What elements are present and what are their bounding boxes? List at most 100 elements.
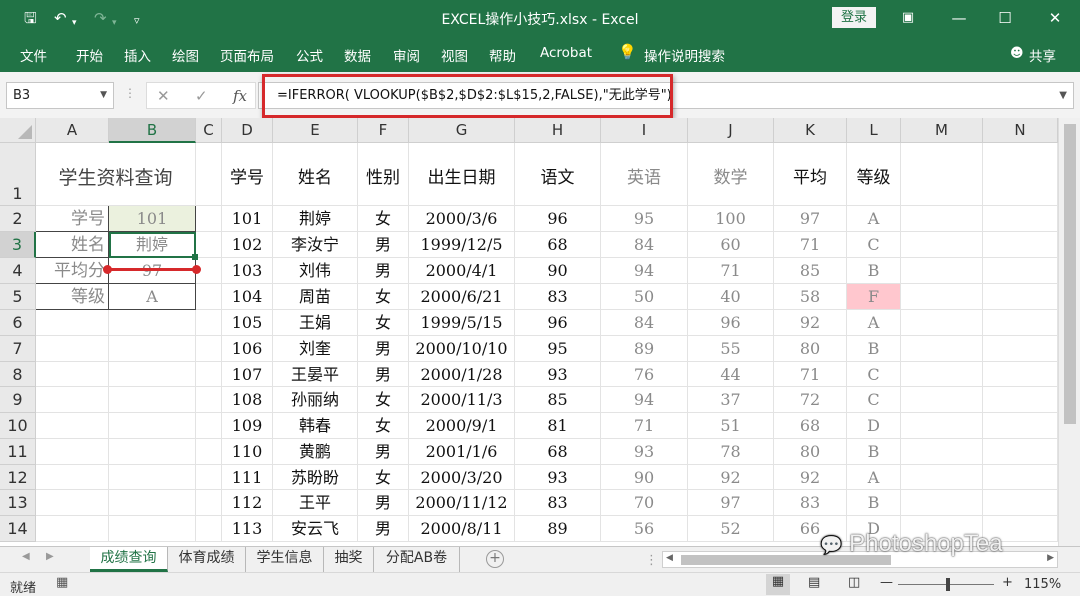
tab-insert[interactable]: 插入 — [124, 45, 151, 65]
column-header-h[interactable]: H — [515, 118, 601, 143]
table-cell[interactable]: 王平 — [273, 490, 358, 516]
table-cell[interactable]: 女 — [358, 387, 409, 413]
table-cell[interactable]: 78 — [688, 439, 774, 465]
sheet-next-icon[interactable]: ▶ — [46, 551, 54, 562]
table-cell[interactable]: B — [847, 490, 901, 516]
grid-cell[interactable] — [196, 206, 222, 232]
grid-cell[interactable] — [901, 258, 983, 284]
sheet-prev-icon[interactable]: ◀ — [22, 551, 30, 562]
table-cell[interactable]: 1999/5/15 — [409, 310, 515, 336]
grid-cell[interactable] — [109, 336, 196, 362]
insert-function-icon[interactable]: fx — [233, 87, 247, 105]
row-header-9[interactable]: 9 — [0, 387, 36, 413]
grid-cell[interactable] — [196, 413, 222, 439]
tab-page-layout[interactable]: 页面布局 — [220, 45, 274, 65]
table-cell[interactable]: A — [847, 310, 901, 336]
table-cell[interactable]: 93 — [601, 439, 688, 465]
sheet-tab-scores[interactable]: 成绩查询 — [90, 547, 168, 572]
table-cell[interactable]: 女 — [358, 284, 409, 310]
table-cell[interactable]: 男 — [358, 362, 409, 387]
table-cell[interactable]: 108 — [222, 387, 273, 413]
column-header-f[interactable]: F — [358, 118, 409, 143]
page-break-view-icon[interactable]: ◫ — [848, 575, 860, 590]
table-cell[interactable]: A — [847, 206, 901, 232]
grid-cell[interactable] — [983, 413, 1058, 439]
grid-cell[interactable] — [36, 362, 109, 387]
table-cell[interactable]: 44 — [688, 362, 774, 387]
scroll-left-icon[interactable]: ◀ — [666, 553, 673, 563]
tab-file[interactable]: 文件 — [20, 45, 47, 65]
table-cell[interactable]: 荆婷 — [273, 206, 358, 232]
table-cell[interactable]: 89 — [601, 336, 688, 362]
table-cell[interactable]: 苏盼盼 — [273, 465, 358, 490]
grid-cell[interactable] — [196, 362, 222, 387]
tab-help[interactable]: 帮助 — [489, 45, 516, 65]
row-header-3[interactable]: 3 — [0, 232, 36, 258]
sheet-tab-lottery[interactable]: 抽奖 — [324, 547, 374, 572]
grid-cell[interactable] — [901, 336, 983, 362]
table-cell[interactable]: 92 — [688, 465, 774, 490]
table-cell[interactable]: 70 — [601, 490, 688, 516]
table-cell[interactable]: 72 — [774, 387, 847, 413]
table-cell[interactable]: 女 — [358, 413, 409, 439]
row-header-11[interactable]: 11 — [0, 439, 36, 465]
grid-cell[interactable] — [36, 490, 109, 516]
spreadsheet-grid[interactable]: A B C D E F G H I J K L M N 1 2 3 4 5 6 7 8 9 10 11 12 13 14 学生资料查询学… — [0, 118, 1058, 546]
grid-cell[interactable] — [901, 310, 983, 336]
lookup-label[interactable]: 等级 — [36, 284, 109, 310]
tell-me-search[interactable]: 操作说明搜索 — [644, 45, 725, 65]
grid-cell[interactable] — [901, 413, 983, 439]
grid-cell[interactable] — [901, 387, 983, 413]
row-header-6[interactable]: 6 — [0, 310, 36, 336]
formula-bar-grip-icon[interactable]: ⋮ — [124, 86, 136, 100]
table-cell[interactable]: 女 — [358, 206, 409, 232]
grid-cell[interactable] — [983, 232, 1058, 258]
grid-cell[interactable] — [109, 310, 196, 336]
table-cell[interactable]: 113 — [222, 516, 273, 542]
grid-cell[interactable] — [901, 362, 983, 387]
grid-cell[interactable] — [36, 387, 109, 413]
column-header-m[interactable]: M — [901, 118, 983, 143]
ribbon-display-icon[interactable]: ▣ — [893, 6, 923, 30]
grade-fail-cell[interactable]: F — [847, 284, 901, 310]
table-cell[interactable]: 韩春 — [273, 413, 358, 439]
table-cell[interactable]: 97 — [688, 490, 774, 516]
grid-cell[interactable] — [196, 336, 222, 362]
table-cell[interactable]: 55 — [688, 336, 774, 362]
table-cell[interactable]: 95 — [601, 206, 688, 232]
table-header[interactable]: 出生日期 — [409, 143, 515, 206]
add-sheet-icon[interactable]: + — [486, 550, 504, 568]
grid-cell[interactable] — [983, 490, 1058, 516]
grid-cell[interactable] — [983, 284, 1058, 310]
grid-cell[interactable] — [109, 413, 196, 439]
table-cell[interactable]: 100 — [688, 206, 774, 232]
table-cell[interactable]: 96 — [515, 310, 601, 336]
table-cell[interactable]: 76 — [601, 362, 688, 387]
table-cell[interactable]: 71 — [601, 413, 688, 439]
lookup-label[interactable]: 学号 — [36, 206, 109, 232]
table-cell[interactable]: A — [847, 465, 901, 490]
table-cell[interactable]: 女 — [358, 310, 409, 336]
table-cell[interactable]: 105 — [222, 310, 273, 336]
grid-cell[interactable] — [983, 336, 1058, 362]
sheet-tab-students[interactable]: 学生信息 — [246, 547, 324, 572]
table-cell[interactable]: 85 — [515, 387, 601, 413]
table-cell[interactable]: 92 — [774, 465, 847, 490]
table-cell[interactable]: 李汝宁 — [273, 232, 358, 258]
table-cell[interactable]: 2000/9/1 — [409, 413, 515, 439]
tab-review[interactable]: 审阅 — [393, 45, 420, 65]
table-cell[interactable]: 2000/4/1 — [409, 258, 515, 284]
row-header-7[interactable]: 7 — [0, 336, 36, 362]
table-cell[interactable]: 52 — [688, 516, 774, 542]
login-button[interactable]: 登录 — [832, 7, 876, 28]
table-cell[interactable]: 94 — [601, 387, 688, 413]
tab-view[interactable]: 视图 — [441, 45, 468, 65]
table-cell[interactable]: 84 — [601, 310, 688, 336]
sheet-tab-sports[interactable]: 体育成绩 — [168, 547, 246, 572]
table-cell[interactable]: 黄鹏 — [273, 439, 358, 465]
table-cell[interactable]: 111 — [222, 465, 273, 490]
cancel-icon[interactable]: ✕ — [157, 87, 170, 105]
grid-cell[interactable] — [196, 387, 222, 413]
table-cell[interactable]: 68 — [774, 413, 847, 439]
table-cell[interactable]: 90 — [601, 465, 688, 490]
